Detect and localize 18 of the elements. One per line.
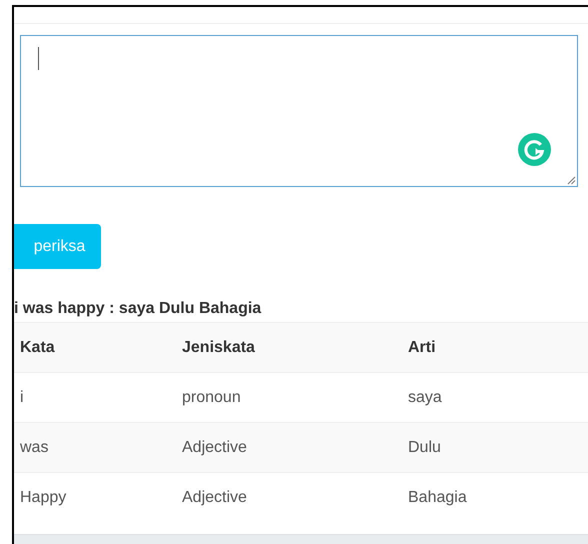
text-cursor <box>38 47 39 70</box>
table-cell-text: pronoun <box>182 388 242 406</box>
column-header: Kata <box>20 338 56 356</box>
check-button[interactable]: periksa <box>14 224 101 269</box>
table-cell-text: i <box>20 388 25 406</box>
column-header: Arti <box>408 338 437 356</box>
table-cell-text: saya <box>408 388 443 406</box>
column-header: Jeniskata <box>182 338 256 356</box>
grammar-check-icon[interactable] <box>518 133 551 166</box>
result-heading: i was happy : saya Dulu Bahagia <box>14 300 262 319</box>
table-cell-text: Bahagia <box>408 488 468 506</box>
table-cell-text: Dulu <box>408 438 442 456</box>
resize-handle-icon[interactable] <box>567 176 576 185</box>
table-cell-text: Adjective <box>182 488 248 506</box>
table-cell-text: Happy <box>20 488 68 506</box>
table-cell-text: was <box>20 438 50 456</box>
table-cell-text: Adjective <box>182 438 248 456</box>
text-area[interactable] <box>20 35 578 187</box>
